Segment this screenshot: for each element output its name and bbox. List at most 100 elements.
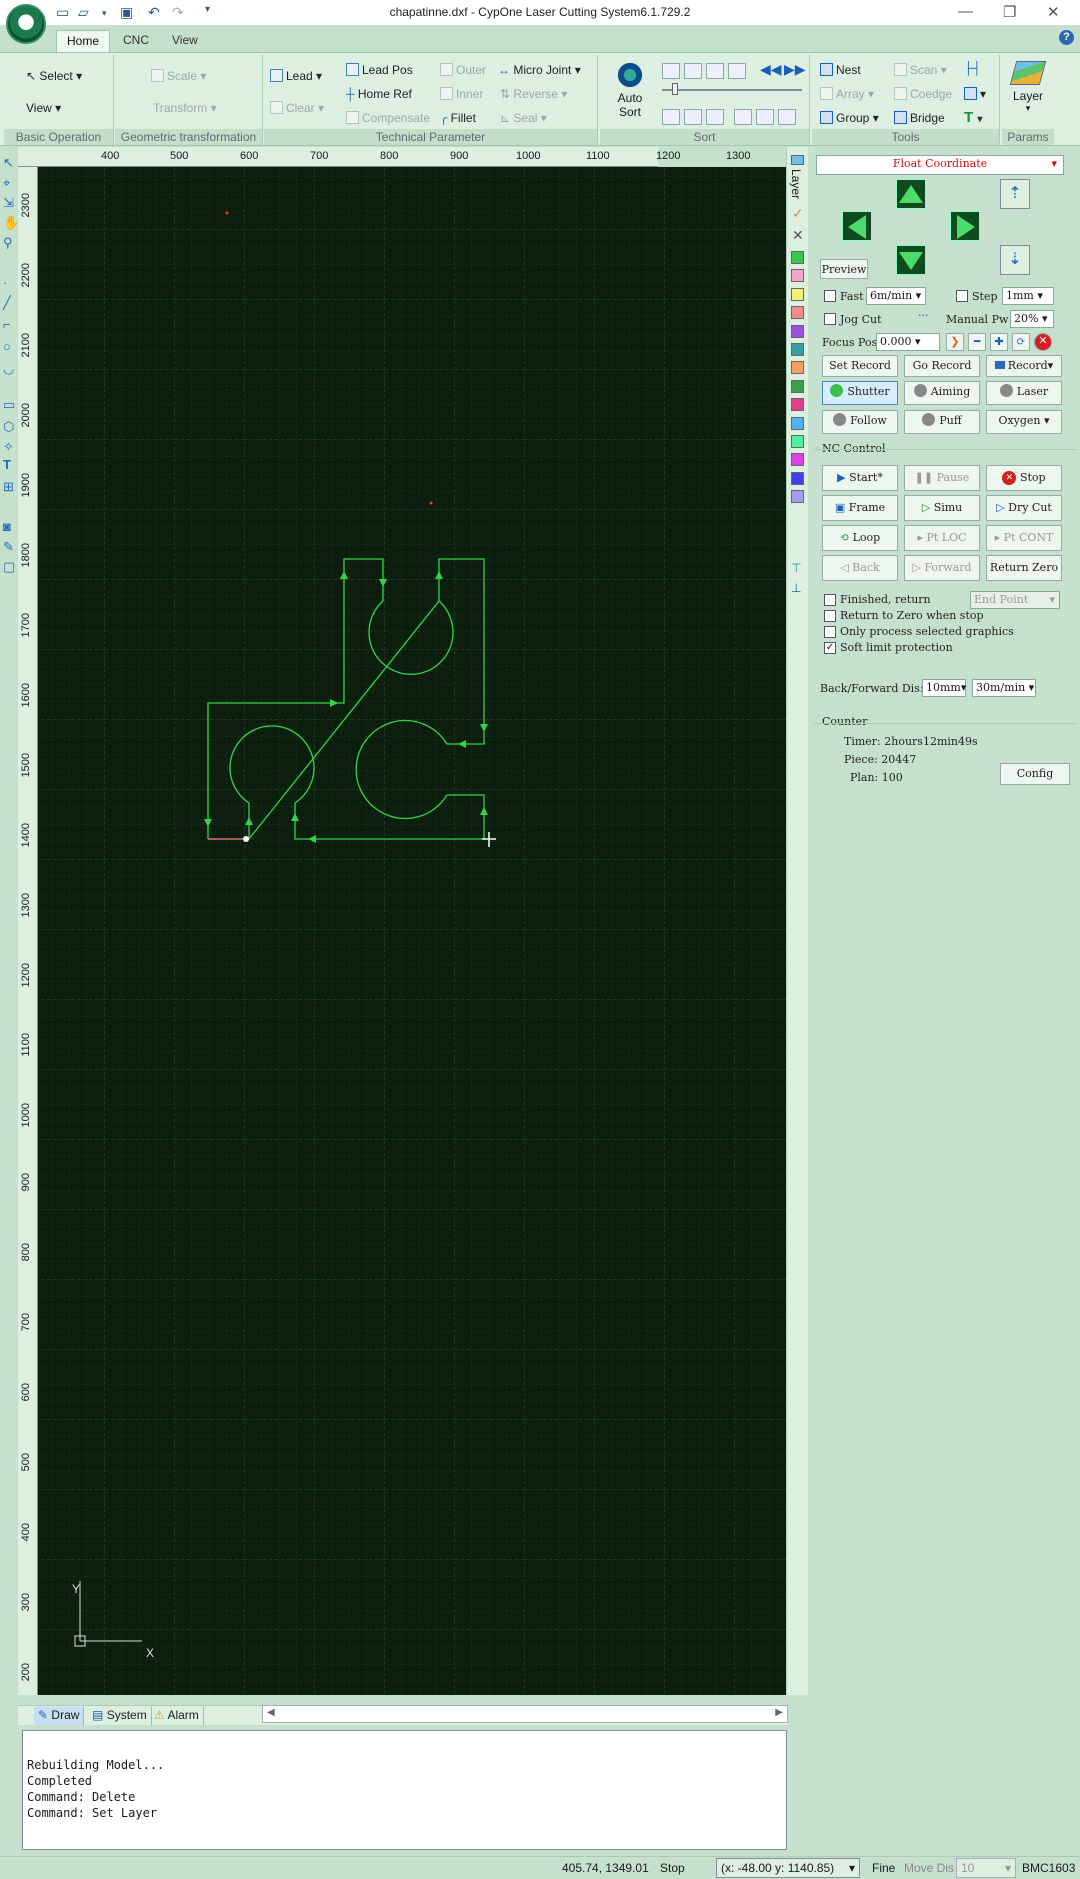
fast-speed-select[interactable]: 6m/min ▾ <box>866 287 926 305</box>
sort-tool-3-icon[interactable] <box>706 63 724 79</box>
cross-icon[interactable]: ✕ <box>792 227 804 244</box>
layer-color-swatch[interactable] <box>791 435 804 448</box>
select-button[interactable]: ↖ Select ▾ <box>26 69 82 83</box>
seal-button[interactable]: ⊾ Seal ▾ <box>500 111 547 125</box>
follow-button[interactable]: Follow <box>822 410 898 434</box>
step-checkbox[interactable] <box>956 290 968 302</box>
frame-select-button[interactable]: ▾ <box>964 87 986 101</box>
more-options-icon[interactable]: ··· <box>918 309 929 322</box>
measure-icon[interactable]: ├┤ <box>964 61 981 75</box>
soft-limit-checkbox[interactable]: ✓ <box>824 642 836 654</box>
magic-icon[interactable]: ✎ <box>3 539 16 554</box>
layer-color-swatch[interactable] <box>791 416 804 430</box>
node-edit-icon[interactable]: ⌖ <box>3 175 16 190</box>
command-console[interactable]: Rebuilding Model... Completed Command: D… <box>22 1730 787 1850</box>
minimize-icon[interactable]: — <box>958 3 973 20</box>
go-record-button[interactable]: Go Record <box>904 355 980 377</box>
reverse-button[interactable]: ⇅ Reverse ▾ <box>500 87 567 101</box>
align-left-icon[interactable] <box>662 109 680 125</box>
scan-button[interactable]: Scan ▾ <box>894 63 947 77</box>
layer-color-swatch[interactable] <box>791 361 804 375</box>
record-dropdown-button[interactable]: Record▾ <box>986 355 1062 377</box>
inner-button[interactable]: Inner <box>440 87 483 101</box>
start-button[interactable]: ▶ Start* <box>822 465 898 491</box>
z-down-button[interactable]: ⇣ <box>1000 245 1030 275</box>
set-record-button[interactable]: Set Record <box>822 355 898 377</box>
arc-icon[interactable]: ◡ <box>3 361 16 376</box>
config-button[interactable]: Config <box>1000 763 1070 785</box>
clear-button[interactable]: Clear ▾ <box>270 101 324 115</box>
back-forward-speed-select[interactable]: 30m/min ▾ <box>972 679 1036 697</box>
drawing-canvas[interactable]: Y X <box>38 167 786 1695</box>
close-icon[interactable]: ✕ <box>1047 3 1060 21</box>
lead-pos-button[interactable]: Lead Pos <box>346 63 413 77</box>
sort-prev-icon[interactable]: ◀◀ <box>760 61 782 78</box>
sort-tool-1-icon[interactable] <box>662 63 680 79</box>
layer-stack-icon[interactable] <box>791 155 804 165</box>
layer-color-swatch[interactable] <box>791 379 804 393</box>
bridge-button[interactable]: Bridge <box>894 111 945 125</box>
polygon-icon[interactable]: ⬡ <box>3 419 16 434</box>
pt-loc-button[interactable]: ▸ Pt LOC <box>904 525 980 551</box>
return-zero-stop-checkbox[interactable] <box>824 610 836 622</box>
layer-color-swatch[interactable] <box>791 398 804 412</box>
array-button[interactable]: Array ▾ <box>820 87 874 101</box>
frame-icon[interactable]: ▢ <box>3 559 16 574</box>
point-icon[interactable]: · <box>3 275 16 290</box>
forward-button[interactable]: ▷ Forward <box>904 555 980 581</box>
z-up-button[interactable]: ⇡ <box>1000 179 1030 209</box>
scroll-right-icon[interactable]: ▶ <box>775 1707 783 1718</box>
layer-color-swatch[interactable] <box>791 490 804 504</box>
jog-left-button[interactable] <box>842 211 872 241</box>
only-selected-checkbox[interactable] <box>824 626 836 638</box>
aiming-button[interactable]: Aiming <box>904 381 980 405</box>
line-icon[interactable]: ╱ <box>3 295 16 310</box>
canvas-svg[interactable]: Y X <box>38 167 786 1695</box>
circle-icon[interactable]: ○ <box>3 339 16 354</box>
loop-button[interactable]: ⟲ Loop <box>822 525 898 551</box>
help-icon[interactable]: ? <box>1059 30 1074 45</box>
coordinate-mode-select[interactable]: Float Coordinate ▾ <box>816 155 1064 175</box>
focus-refresh-icon[interactable]: ⟳ <box>1012 333 1030 351</box>
shutter-button[interactable]: Shutter <box>822 381 898 405</box>
dry-cut-button[interactable]: ▷ Dry Cut <box>986 495 1062 521</box>
tab-system[interactable]: ▤ System <box>88 1707 152 1725</box>
pointer-icon[interactable]: ↖ <box>3 155 16 170</box>
layer-color-swatch[interactable] <box>791 453 804 467</box>
layer-color-swatch[interactable] <box>791 287 804 301</box>
jog-right-button[interactable] <box>950 211 980 241</box>
text-icon[interactable]: T <box>3 457 16 472</box>
align-middle-icon[interactable] <box>756 109 774 125</box>
restore-icon[interactable]: ❐ <box>1003 3 1016 21</box>
tab-home[interactable]: Home <box>56 30 111 52</box>
sort-slider-thumb[interactable] <box>672 83 678 95</box>
laser-button[interactable]: Laser <box>986 381 1062 405</box>
nest-button[interactable]: Nest <box>820 63 861 77</box>
tab-draw[interactable]: ✎ Draw <box>34 1707 85 1725</box>
back-forward-dis-select[interactable]: 10mm▾ <box>922 679 966 697</box>
layer-down-icon[interactable]: ⊥ <box>791 581 801 595</box>
horizontal-scrollbar[interactable]: ◀ ▶ <box>262 1705 788 1723</box>
polyline-icon[interactable]: ⌐ <box>3 317 16 332</box>
transform-button[interactable]: Transform ▾ <box>153 101 217 115</box>
sort-slider[interactable] <box>662 89 802 91</box>
scale-button[interactable]: Scale ▾ <box>151 69 206 83</box>
measure-tool-icon[interactable]: ⊞ <box>3 479 16 494</box>
simu-button[interactable]: ▷ Simu <box>904 495 980 521</box>
home-ref-button[interactable]: ┼ Home Ref <box>346 87 412 101</box>
jog-down-button[interactable] <box>896 245 926 275</box>
puff-button[interactable]: Puff <box>904 410 980 434</box>
pt-cont-button[interactable]: ▸ Pt CONT <box>986 525 1062 551</box>
tab-view[interactable]: View <box>162 30 208 52</box>
stop-button[interactable]: ✕ Stop <box>986 465 1062 491</box>
layer-button[interactable]: Layer ▾ <box>1006 61 1050 114</box>
move-icon[interactable]: ⇲ <box>3 195 16 210</box>
layer-color-swatch[interactable] <box>791 343 804 356</box>
fillet-button[interactable]: ╭ Fillet <box>440 111 476 125</box>
compensate-button[interactable]: Compensate <box>346 111 430 125</box>
focus-plus-icon[interactable]: ✚ <box>990 333 1008 351</box>
scroll-left-icon[interactable]: ◀ <box>267 1707 275 1718</box>
focus-go-icon[interactable]: ❯ <box>946 333 964 351</box>
tab-alarm[interactable]: ⚠ Alarm <box>150 1707 204 1725</box>
fast-checkbox[interactable] <box>824 290 836 302</box>
